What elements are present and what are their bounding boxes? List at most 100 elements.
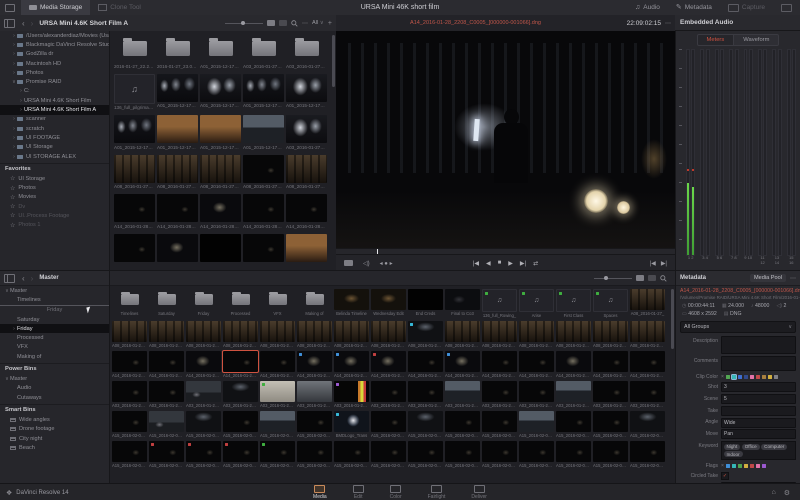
- search-icon[interactable]: [291, 20, 298, 27]
- clip-color-swatch[interactable]: [744, 375, 748, 379]
- video-preview[interactable]: [336, 31, 675, 248]
- clip-thumb[interactable]: [149, 441, 184, 462]
- tree-item[interactable]: ∨Promise RAID: [0, 77, 109, 86]
- tree-item[interactable]: City night: [0, 434, 109, 443]
- clip-thumb[interactable]: [157, 194, 198, 222]
- clip-color-swatch[interactable]: [774, 375, 778, 379]
- play-button[interactable]: ▶: [508, 260, 513, 267]
- folder-thumb[interactable]: [297, 289, 332, 310]
- tree-item[interactable]: ›UI Storage: [0, 143, 109, 152]
- clip-thumb[interactable]: [556, 321, 591, 342]
- clip-thumb[interactable]: [593, 441, 628, 462]
- tree-item[interactable]: Saturday: [0, 315, 109, 324]
- clip-thumb[interactable]: [371, 321, 406, 342]
- audio-tab-meters[interactable]: Meters: [697, 34, 735, 46]
- clip-thumb[interactable]: [260, 441, 295, 462]
- clip-thumb[interactable]: [445, 289, 480, 310]
- keyword-tag[interactable]: Indoor: [724, 451, 743, 457]
- tree-item[interactable]: ›Macintosh HD: [0, 59, 109, 68]
- clip-thumb[interactable]: [112, 381, 147, 402]
- add-button[interactable]: +: [328, 20, 332, 27]
- tree-item[interactable]: ☆Movies: [0, 193, 109, 202]
- clip-thumb[interactable]: [482, 441, 517, 462]
- clip-thumb[interactable]: [243, 115, 284, 143]
- clip-thumb[interactable]: [286, 155, 327, 183]
- clip-thumb[interactable]: [186, 351, 221, 372]
- tree-item[interactable]: ›UI STORAGE ALEX: [0, 152, 109, 161]
- tree-item[interactable]: ›URSA Mini 4.6K Short Film A: [0, 105, 109, 114]
- thumb-size-slider[interactable]: [225, 23, 263, 24]
- folder-thumb[interactable]: [112, 289, 147, 310]
- move-field[interactable]: Pan: [721, 429, 796, 439]
- clip-thumb[interactable]: [260, 381, 295, 402]
- goto-in-button[interactable]: |◀: [650, 260, 656, 267]
- clip-thumb[interactable]: [114, 115, 155, 143]
- clip-thumb[interactable]: [149, 351, 184, 372]
- clip-thumb[interactable]: [200, 155, 241, 183]
- scene-field[interactable]: 5: [721, 394, 796, 404]
- tree-item[interactable]: ☆Photos: [0, 183, 109, 192]
- monitor-button[interactable]: [773, 0, 800, 15]
- clip-thumb[interactable]: [114, 194, 155, 222]
- flag-swatch[interactable]: [738, 464, 742, 468]
- clip-thumb[interactable]: [260, 321, 295, 342]
- audio-clip-thumb[interactable]: ♫: [593, 289, 628, 312]
- bins-forward-button[interactable]: ›: [28, 274, 37, 283]
- clip-thumb[interactable]: [157, 234, 198, 262]
- clip-thumb[interactable]: [223, 411, 258, 432]
- clip-thumb[interactable]: [223, 351, 258, 372]
- pool-list-view-icon[interactable]: [648, 275, 656, 281]
- clip-thumb[interactable]: [445, 411, 480, 432]
- clip-thumb[interactable]: [556, 351, 591, 372]
- clip-color-swatch[interactable]: [726, 375, 730, 379]
- filter-dropdown[interactable]: All ∨: [312, 20, 324, 26]
- clip-thumb[interactable]: [408, 351, 443, 372]
- loop-button[interactable]: ⇄: [533, 260, 538, 267]
- flag-swatch[interactable]: [732, 464, 736, 468]
- clip-thumb[interactable]: [157, 155, 198, 183]
- clip-thumb[interactable]: [186, 411, 221, 432]
- metadata-groups-dropdown[interactable]: All Groups∨: [680, 321, 796, 333]
- tree-item[interactable]: ☆UI Storage: [0, 174, 109, 183]
- toggle-sidebar-icon[interactable]: [4, 19, 15, 28]
- clip-thumb[interactable]: [371, 351, 406, 372]
- bins-back-button[interactable]: ‹: [19, 274, 28, 283]
- clip-thumb[interactable]: [200, 115, 241, 143]
- tree-item[interactable]: Cutaways: [0, 393, 109, 402]
- clip-thumb[interactable]: [371, 289, 406, 310]
- clip-thumb[interactable]: [297, 351, 332, 372]
- tree-item[interactable]: ›Blackmagic DaVinci Resolve Studio: [0, 40, 109, 49]
- tree-item[interactable]: ∨Master: [0, 286, 109, 295]
- clip-thumb[interactable]: [334, 441, 369, 462]
- clip-thumb[interactable]: [371, 381, 406, 402]
- clip-thumb[interactable]: [223, 441, 258, 462]
- clip-thumb[interactable]: [334, 321, 369, 342]
- stop-button[interactable]: ■: [498, 260, 502, 267]
- clip-thumb[interactable]: [445, 441, 480, 462]
- clip-thumb[interactable]: [630, 381, 665, 402]
- clip-thumb[interactable]: [112, 411, 147, 432]
- metadata-options-icon[interactable]: ⋯: [790, 275, 796, 282]
- flag-swatch[interactable]: [750, 464, 754, 468]
- toggle-bins-icon[interactable]: [4, 274, 15, 283]
- clip-color-swatch[interactable]: [732, 375, 736, 379]
- clip-thumb[interactable]: [630, 289, 665, 310]
- circled-take-checkbox[interactable]: ✓: [721, 472, 729, 480]
- tree-item[interactable]: ☆Photos 1: [0, 221, 109, 230]
- clip-thumb[interactable]: [200, 74, 241, 102]
- media-pool-button[interactable]: Media Pool: [750, 274, 786, 282]
- clip-thumb[interactable]: [556, 441, 591, 462]
- pool-scrollbar[interactable]: [671, 289, 674, 349]
- clip-thumb[interactable]: [593, 411, 628, 432]
- clip-thumb[interactable]: [112, 321, 147, 342]
- tree-item[interactable]: Beach: [0, 443, 109, 452]
- pool-thumb-size-slider[interactable]: [594, 278, 632, 279]
- flag-swatch[interactable]: [726, 464, 730, 468]
- clip-thumb[interactable]: [408, 289, 443, 310]
- clip-thumb[interactable]: [445, 381, 480, 402]
- flag-swatch[interactable]: [756, 464, 760, 468]
- capture-button[interactable]: Capture: [720, 0, 773, 15]
- speaker-icon[interactable]: ◁): [363, 260, 370, 267]
- clip-thumb[interactable]: [630, 411, 665, 432]
- page-tab-fairlight[interactable]: Fairlight: [422, 484, 452, 500]
